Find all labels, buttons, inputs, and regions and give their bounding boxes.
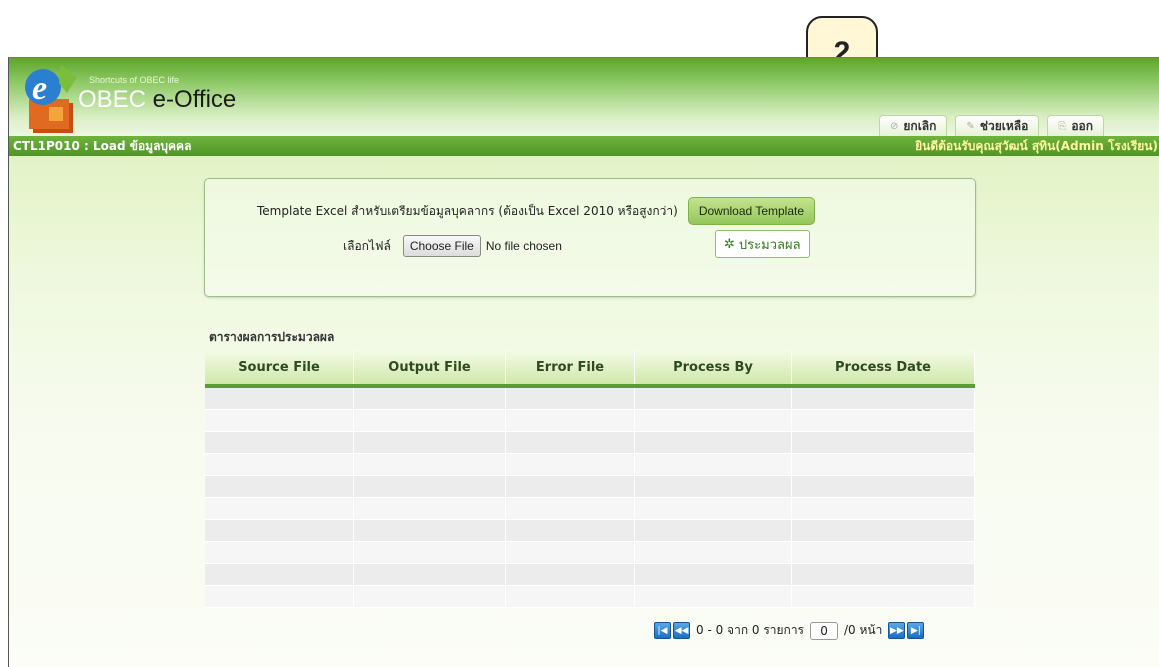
results-table: Source File Output File Error File Proce… — [205, 351, 975, 608]
page-input[interactable]: 0 — [810, 621, 839, 640]
col-output-file[interactable]: Output File — [353, 351, 506, 388]
process-button[interactable]: ✲ ประมวลผล — [715, 230, 810, 258]
col-process-date[interactable]: Process Date — [791, 351, 975, 388]
brand-tagline: Shortcuts of OBEC life — [89, 75, 180, 85]
next-page-icon[interactable]: ▶▶ — [888, 622, 906, 639]
nav-help[interactable]: ✎ ช่วยเหลือ — [955, 115, 1040, 136]
last-page-icon[interactable]: ▶| — [907, 622, 925, 639]
file-row: เลือกไฟล์ Choose File No file chosen — [343, 235, 562, 257]
nav-logout[interactable]: ⎘ ออก — [1047, 115, 1104, 136]
col-error-file[interactable]: Error File — [505, 351, 635, 388]
table-row — [205, 497, 975, 520]
upload-panel: Template Excel สำหรับเตรียมข้อมูลบุคลากร… — [204, 178, 976, 297]
header: e Shortcuts of OBEC life OBEC e-Office ⊘… — [9, 58, 1159, 136]
template-label: Template Excel สำหรับเตรียมข้อมูลบุคลากร… — [257, 203, 678, 218]
table-row — [205, 386, 975, 410]
table-header-row: Source File Output File Error File Proce… — [205, 351, 975, 388]
col-source-file[interactable]: Source File — [205, 351, 354, 388]
nav-cancel[interactable]: ⊘ ยกเลิก — [879, 115, 948, 136]
col-process-by[interactable]: Process By — [634, 351, 792, 388]
pager-total: /0 หน้า — [844, 623, 883, 637]
table-row — [205, 519, 975, 542]
app-window: e Shortcuts of OBEC life OBEC e-Office ⊘… — [8, 57, 1159, 667]
svg-text:e: e — [32, 70, 47, 107]
pager: |◀ ◀◀ 0 - 0 จาก 0 รายการ 0 /0 หน้า ▶▶ ▶| — [654, 621, 925, 640]
results-title: ตารางผลการประมวลผล — [209, 330, 335, 344]
help-icon: ✎ — [966, 120, 975, 132]
table-row — [205, 541, 975, 564]
choose-file-button[interactable]: Choose File — [402, 235, 481, 257]
cancel-icon: ⊘ — [890, 120, 899, 132]
table-row — [205, 409, 975, 432]
first-page-icon[interactable]: |◀ — [654, 622, 671, 639]
file-status: No file chosen — [485, 239, 562, 253]
table-row — [205, 585, 975, 608]
page-title: CTL1P010 : Load ข้อมูลบุคคล — [13, 138, 192, 153]
file-label: เลือกไฟล์ — [343, 238, 391, 253]
logout-icon: ⎘ — [1058, 120, 1067, 132]
welcome-text: ยินดีต้อนรับคุณสุวัฒน์ สุทิน(Admin โรงเร… — [915, 138, 1158, 153]
table-row — [205, 563, 975, 586]
prev-page-icon[interactable]: ◀◀ — [673, 622, 690, 639]
gear-icon: ✲ — [724, 236, 735, 252]
download-template-button[interactable]: Download Template — [687, 197, 816, 225]
pager-range: 0 - 0 จาก 0 รายการ — [696, 623, 805, 637]
table-row — [205, 453, 975, 476]
brand-name: OBEC e-Office — [78, 86, 237, 113]
obec-logo-icon: e — [25, 65, 77, 133]
table-row — [205, 431, 975, 454]
top-navigation: ⊘ ยกเลิก ✎ ช่วยเหลือ ⎘ ออก — [879, 115, 1104, 136]
table-row — [205, 475, 975, 498]
title-bar: CTL1P010 : Load ข้อมูลบุคคล ยินดีต้อนรับ… — [9, 136, 1159, 156]
template-row: Template Excel สำหรับเตรียมข้อมูลบุคลากร… — [257, 197, 816, 225]
